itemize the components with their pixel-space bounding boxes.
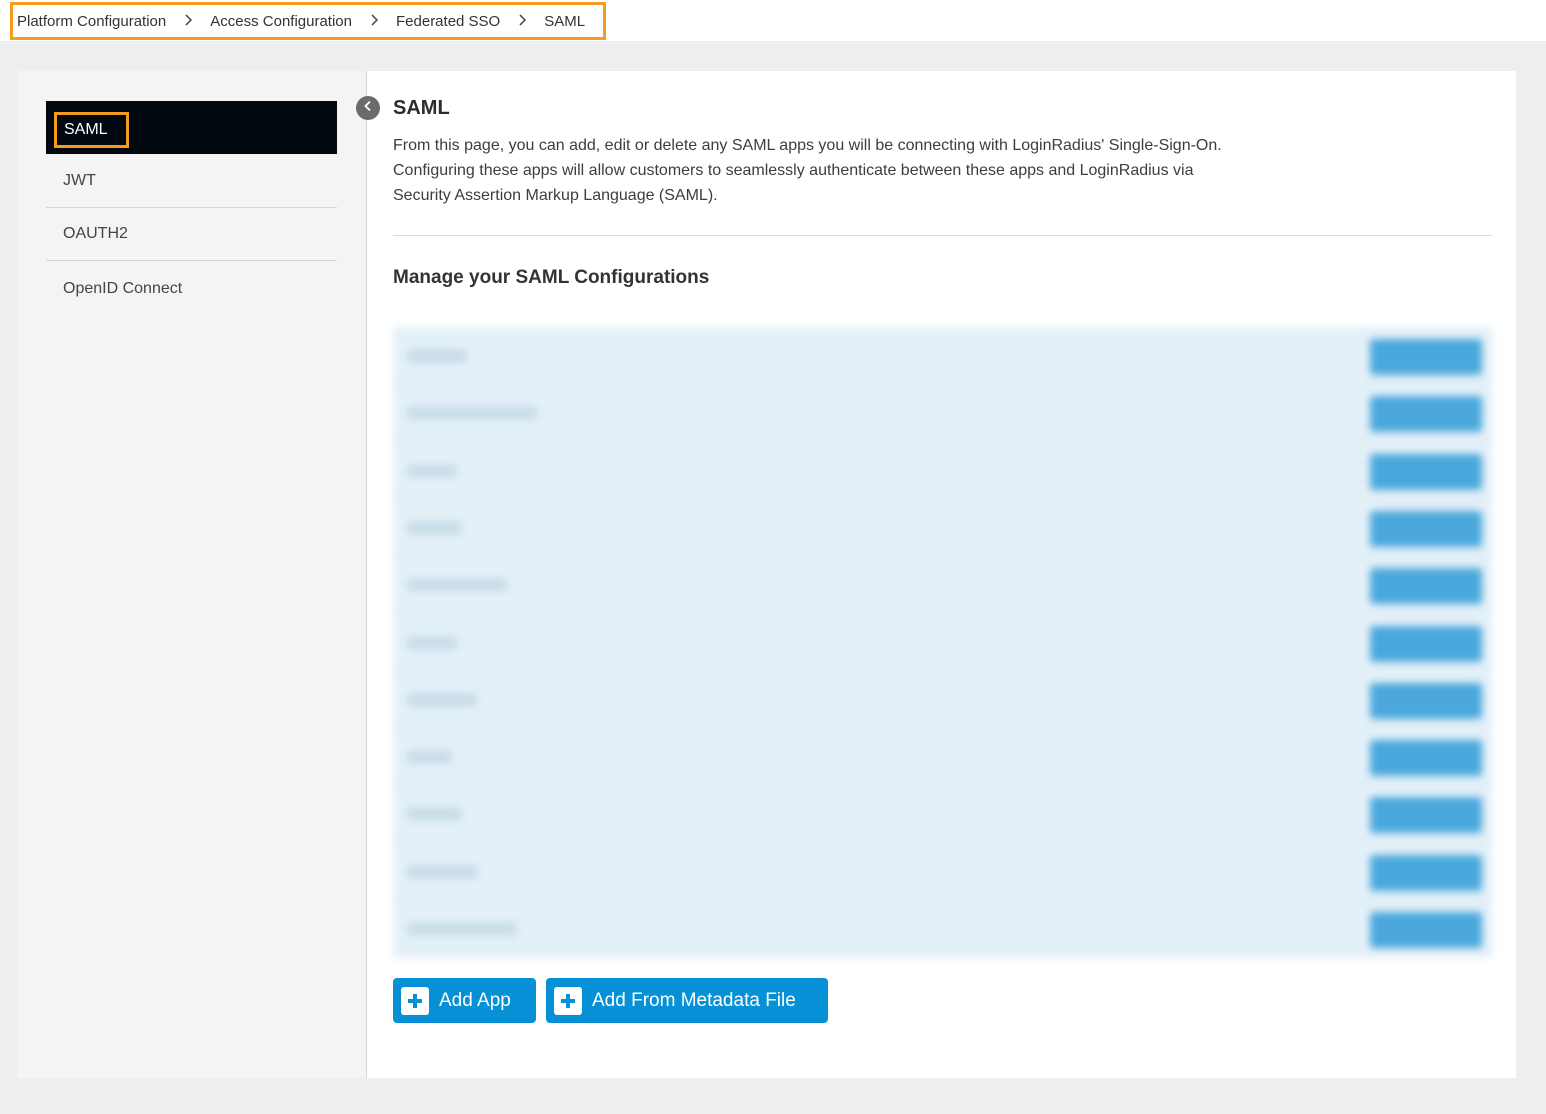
- sidebar: SAML JWT OAUTH2 OpenID Connect: [17, 71, 367, 1078]
- sidebar-item-saml[interactable]: SAML: [46, 101, 337, 154]
- sidebar-item-oauth2[interactable]: OAUTH2: [46, 208, 337, 261]
- chevron-right-icon: [166, 13, 210, 29]
- blurred-row-actions: [1370, 339, 1482, 375]
- table-row: [393, 384, 1492, 442]
- chevron-right-icon: [352, 13, 396, 29]
- blurred-app-name: [407, 922, 517, 936]
- description-line: Security Assertion Markup Language (SAML…: [393, 187, 718, 204]
- sidebar-item-label: JWT: [63, 172, 96, 189]
- sidebar-item-label: OAUTH2: [63, 225, 128, 242]
- add-from-metadata-file-button[interactable]: Add From Metadata File: [546, 978, 828, 1023]
- blurred-row-actions: [1370, 912, 1482, 948]
- add-from-metadata-file-label: Add From Metadata File: [592, 989, 796, 1011]
- saml-configurations-table-blurred: [393, 327, 1492, 957]
- sidebar-item-label: OpenID Connect: [63, 279, 183, 297]
- table-row: [393, 556, 1492, 614]
- add-app-label: Add App: [439, 989, 511, 1011]
- description-line: From this page, you can add, edit or del…: [393, 137, 1222, 154]
- sidebar-item-jwt[interactable]: JWT: [46, 155, 337, 208]
- breadcrumb-federated-sso[interactable]: Federated SSO: [396, 13, 500, 30]
- blurred-row-actions: [1370, 854, 1482, 891]
- blurred-row-actions: [1370, 740, 1482, 777]
- breadcrumb: Platform Configuration Access Configurat…: [10, 2, 606, 40]
- chevron-left-icon: [363, 99, 373, 117]
- section-title: Manage your SAML Configurations: [393, 267, 710, 288]
- main-panel: SAML JWT OAUTH2 OpenID Connect SAML From…: [17, 71, 1516, 1078]
- blurred-row-actions: [1370, 625, 1482, 662]
- breadcrumb-saml: SAML: [544, 12, 586, 30]
- table-row: [393, 499, 1492, 556]
- blurred-row-actions: [1370, 453, 1482, 490]
- page-title: SAML: [393, 97, 450, 119]
- breadcrumb-access-configuration[interactable]: Access Configuration: [210, 13, 352, 30]
- table-row: [393, 843, 1492, 900]
- description-line: Configuring these apps will allow custom…: [393, 162, 1194, 179]
- blurred-row-actions: [1370, 510, 1482, 547]
- blurred-app-name: [407, 578, 507, 593]
- add-app-button[interactable]: Add App: [393, 978, 536, 1023]
- blurred-app-name: [407, 463, 457, 478]
- table-row: [393, 671, 1492, 728]
- breadcrumb-platform-configuration[interactable]: Platform Configuration: [17, 13, 166, 30]
- plus-icon: [554, 986, 582, 1015]
- blurred-app-name: [407, 406, 537, 421]
- blurred-app-name: [407, 349, 467, 363]
- table-row: [393, 442, 1492, 499]
- top-bar: Platform Configuration Access Configurat…: [0, 0, 1546, 41]
- blurred-app-name: [407, 864, 477, 879]
- sidebar-item-openid-connect[interactable]: OpenID Connect: [46, 262, 337, 315]
- table-row: [393, 900, 1492, 957]
- page-description: From this page, you can add, edit or del…: [393, 133, 1253, 208]
- blurred-app-name: [407, 750, 452, 765]
- row-divider: [393, 956, 1492, 957]
- blurred-row-actions: [1370, 396, 1482, 433]
- blurred-row-actions: [1370, 568, 1482, 605]
- sidebar-item-label: SAML: [54, 112, 129, 148]
- blurred-row-actions: [1370, 682, 1482, 719]
- plus-icon: [401, 986, 429, 1015]
- table-row: [393, 785, 1492, 843]
- chevron-right-icon: [500, 13, 544, 29]
- table-row: [393, 327, 1492, 384]
- table-row: [393, 728, 1492, 786]
- blurred-app-name: [407, 692, 477, 707]
- table-row: [393, 614, 1492, 671]
- divider: [393, 235, 1492, 236]
- blurred-app-name: [407, 635, 457, 650]
- collapse-sidebar-button[interactable]: [356, 96, 380, 120]
- blurred-app-name: [407, 520, 462, 535]
- blurred-row-actions: [1370, 797, 1482, 834]
- blurred-app-name: [407, 807, 462, 822]
